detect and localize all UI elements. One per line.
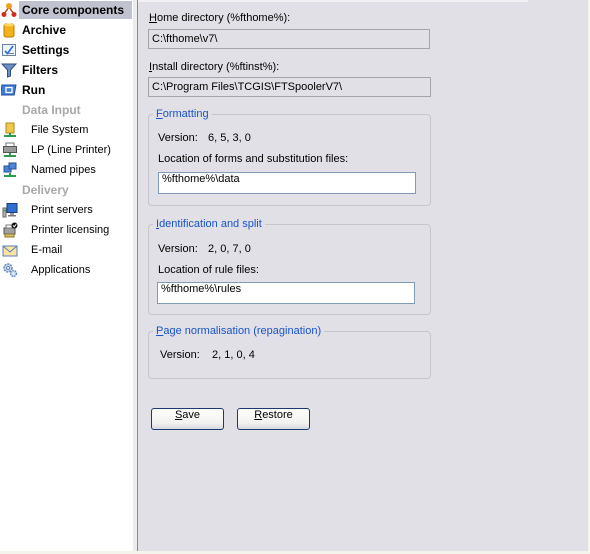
- sidebar-item-e-mail[interactable]: E-mail: [0, 240, 132, 260]
- mnemonic: H: [149, 12, 157, 24]
- title-text: ormatting: [162, 108, 209, 120]
- home-directory-label: Home directory (%fthome%):: [149, 12, 290, 24]
- sidebar-item-label: Archive: [22, 23, 67, 37]
- sidebar-item-applications[interactable]: Applications: [0, 260, 132, 280]
- sidebar-group-delivery: Delivery: [22, 183, 69, 197]
- sidebar-item-label: Settings: [22, 43, 70, 57]
- save-button[interactable]: Save: [151, 408, 224, 430]
- forms-location-label: Location of forms and substitution files…: [158, 153, 349, 165]
- sidebar-item-lp-line-printer[interactable]: LP (Line Printer): [0, 140, 132, 160]
- core-components-panel: Home directory (%fthome%): C:\fthome\v7\…: [138, 0, 588, 551]
- identification-version-label: Version:: [158, 243, 198, 255]
- sidebar-item-label: Run: [22, 83, 46, 97]
- formatting-group: Formatting Version: 6, 5, 3, 0 Location …: [148, 107, 431, 206]
- normalisation-version-value: 2, 1, 0, 4: [212, 349, 255, 361]
- forms-location-input[interactable]: %fthome%\data: [158, 172, 416, 194]
- normalisation-group-title: Page normalisation (repagination): [153, 324, 325, 338]
- printer-license-icon: [3, 222, 18, 238]
- sidebar-item-label: Core components: [19, 1, 132, 19]
- restore-button[interactable]: Restore: [237, 408, 310, 430]
- sidebar-item-label: Applications: [31, 264, 91, 276]
- button-label: ave: [182, 409, 201, 421]
- archive-cylinder-icon: [3, 23, 15, 38]
- label-text: nstall directory (%ftinst%):: [152, 61, 280, 73]
- sidebar-item-label: Filters: [22, 63, 59, 77]
- mnemonic: R: [254, 409, 263, 421]
- sidebar-item-named-pipes[interactable]: Named pipes: [0, 160, 132, 180]
- run-icon: [1, 84, 17, 96]
- install-directory-label: Install directory (%ftinst%):: [149, 61, 279, 73]
- network-pipes-icon: [3, 162, 17, 177]
- sidebar-item-label: Printer licensing: [31, 224, 110, 236]
- applications-gear-icon: [3, 263, 18, 278]
- hierarchy-icon: [1, 3, 17, 17]
- sidebar-item-label: E-mail: [31, 244, 63, 256]
- normalisation-version-label: Version:: [160, 349, 200, 361]
- sidebar-item-filters[interactable]: Filters: [0, 60, 132, 80]
- identification-group-title: Identification and split: [153, 217, 265, 231]
- home-directory-field[interactable]: C:\fthome\v7\: [148, 29, 430, 49]
- identification-group: Identification and split Version: 2, 0, …: [148, 217, 431, 315]
- network-folder-icon: [4, 122, 16, 137]
- sidebar-item-label: File System: [31, 124, 89, 136]
- identification-version-value: 2, 0, 7, 0: [208, 243, 251, 255]
- sidebar-group-data-input: Data Input: [22, 103, 81, 117]
- label-text: ome directory (%fthome%):: [156, 12, 291, 24]
- sidebar-item-run[interactable]: Run: [0, 80, 132, 100]
- sidebar-item-core-components[interactable]: Core components: [0, 0, 132, 20]
- print-server-icon: [2, 203, 18, 218]
- rules-location-input[interactable]: %fthome%\rules: [157, 282, 415, 304]
- normalisation-group: Page normalisation (repagination) Versio…: [148, 324, 431, 379]
- filter-funnel-icon: [1, 63, 17, 78]
- formatting-version-value: 6, 5, 3, 0: [208, 132, 251, 144]
- network-printer-icon: [3, 142, 17, 157]
- email-envelope-icon: [2, 245, 18, 257]
- sidebar-item-archive[interactable]: Archive: [0, 20, 132, 40]
- mnemonic: F: [156, 108, 163, 120]
- install-directory-field[interactable]: C:\Program Files\TCGIS\FTSpoolerV7\: [148, 77, 431, 97]
- sidebar-item-label: LP (Line Printer): [31, 144, 111, 156]
- sidebar: Core components Archive Settings Filters…: [0, 0, 132, 551]
- sidebar-item-label: Named pipes: [31, 164, 96, 176]
- sidebar-item-settings[interactable]: Settings: [0, 40, 132, 60]
- sidebar-item-label: Print servers: [31, 204, 93, 216]
- button-label: estore: [262, 409, 293, 421]
- sidebar-item-printer-licensing[interactable]: Printer licensing: [0, 220, 132, 240]
- settings-checkbox-icon: [2, 44, 16, 56]
- sidebar-item-print-servers[interactable]: Print servers: [0, 200, 132, 220]
- rules-location-label: Location of rule files:: [158, 264, 259, 276]
- sidebar-item-file-system[interactable]: File System: [0, 120, 132, 140]
- title-text: age normalisation (repagination): [163, 325, 322, 337]
- top-highlight: [138, 0, 528, 2]
- formatting-version-label: Version:: [158, 132, 198, 144]
- title-text: dentification and split: [159, 218, 262, 230]
- formatting-group-title: Formatting: [153, 107, 212, 121]
